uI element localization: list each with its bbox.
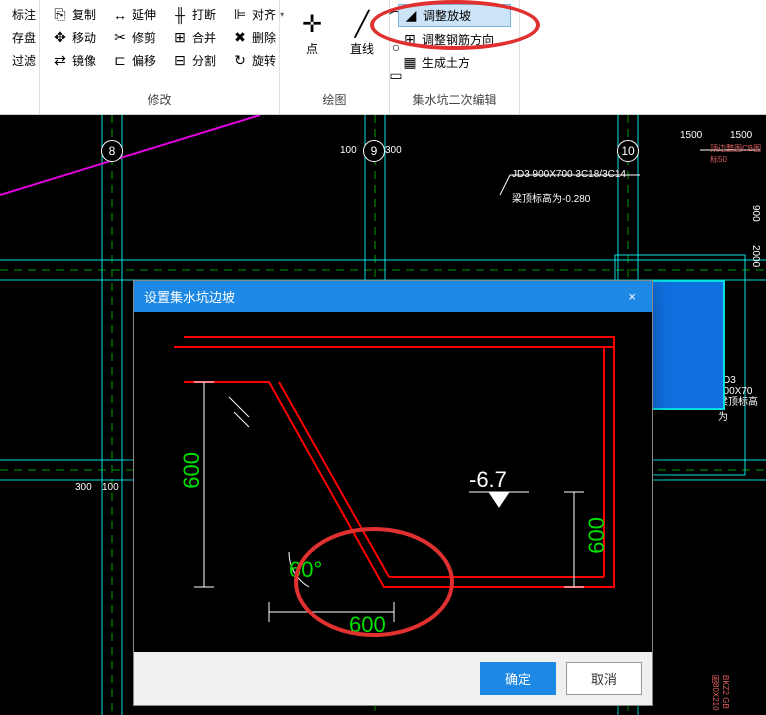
dim-label: 2000 — [750, 245, 761, 267]
rotate-button[interactable]: ↻旋转 — [228, 50, 280, 71]
trim-icon: ✂ — [112, 30, 128, 46]
slope-diagram-svg — [134, 312, 654, 652]
move-icon: ✥ — [52, 30, 68, 46]
top-label: 顶边整图CB图标50 — [710, 143, 766, 165]
dim-600-horizontal: 600 — [349, 612, 386, 638]
elevation-value: -6.7 — [469, 467, 507, 493]
point-icon: ✛ — [296, 8, 328, 40]
angle-label: 60° — [289, 557, 322, 583]
ribbon-group-left: 标注 存盘 过滤 — [0, 0, 40, 114]
split-icon: ⊟ — [172, 53, 188, 69]
dialog-footer: 确定 取消 — [134, 652, 652, 705]
rebar-icon: ⊞ — [402, 32, 418, 48]
grid-marker-8: 8 — [101, 140, 123, 162]
dialog-title-text: 设置集水坑边坡 — [144, 287, 235, 306]
copy-icon: ⎘ — [52, 7, 68, 23]
side-label: BKZ2 GB图80X210 — [710, 675, 730, 715]
dim-label: 300 — [75, 482, 92, 493]
mirror-icon: ⇄ — [52, 53, 68, 69]
dim-600-vertical: 600 — [179, 452, 205, 489]
slope-icon: ◢ — [403, 8, 419, 24]
dim-label: 100 — [340, 145, 357, 156]
elevation-label: 梁顶标高为-0.280 — [512, 190, 590, 205]
trim-button[interactable]: ✂修剪 — [108, 27, 160, 48]
generate-earth-button[interactable]: ▦生成土方 — [398, 52, 511, 73]
point-button[interactable]: ✛ 点 — [288, 4, 336, 89]
grid-marker-9: 9 — [363, 140, 385, 162]
merge-icon: ⊞ — [172, 30, 188, 46]
elevation-label-2: 梁顶标高为 — [718, 393, 766, 423]
dim-label: 100 — [102, 482, 119, 493]
ok-button[interactable]: 确定 — [480, 662, 556, 695]
line-icon: ╱ — [346, 8, 378, 40]
delete-button[interactable]: ✖删除 — [228, 27, 280, 48]
earth-icon: ▦ — [402, 55, 418, 71]
modify-group-label: 修改 — [48, 89, 271, 110]
break-icon: ╫ — [172, 7, 188, 23]
filter-button[interactable]: 过滤 — [8, 50, 31, 71]
ribbon-group-modify: ⎘复制 ↔延伸 ╫打断 ⊫对齐▾ ✥移动 ✂修剪 ⊞合并 ✖删除 ⇄镜像 ⊏偏移… — [40, 0, 280, 114]
mirror-button[interactable]: ⇄镜像 — [48, 50, 100, 71]
offset-button[interactable]: ⊏偏移 — [108, 50, 160, 71]
adjust-rebar-button[interactable]: ⊞调整钢筋方向 — [398, 29, 511, 50]
line-button[interactable]: ╱ 直线 — [338, 4, 386, 89]
save-button[interactable]: 存盘 — [8, 27, 31, 48]
dialog-close-button[interactable]: × — [622, 289, 642, 304]
dim-label: 1500 — [680, 130, 702, 141]
merge-button[interactable]: ⊞合并 — [168, 27, 220, 48]
split-button[interactable]: ⊟分割 — [168, 50, 220, 71]
ribbon-group-sump-edit: ◢调整放坡 ⊞调整钢筋方向 ▦生成土方 集水坑二次编辑 — [390, 0, 520, 114]
ribbon-toolbar: 标注 存盘 过滤 ⎘复制 ↔延伸 ╫打断 ⊫对齐▾ ✥移动 ✂修剪 ⊞合并 ✖删… — [0, 0, 766, 115]
sump-edit-group-label: 集水坑二次编辑 — [398, 89, 511, 110]
dialog-diagram: 600 60° 600 600 -6.7 — [134, 312, 652, 652]
slope-settings-dialog: 设置集水坑边坡 × — [133, 280, 653, 706]
adjust-slope-button[interactable]: ◢调整放坡 — [398, 4, 511, 27]
dim-label: 1500 — [730, 130, 752, 141]
dialog-titlebar[interactable]: 设置集水坑边坡 × — [134, 281, 652, 312]
dim-label: 900 — [750, 205, 761, 222]
move-button[interactable]: ✥移动 — [48, 27, 100, 48]
dim-label: 300 — [385, 145, 402, 156]
cancel-button[interactable]: 取消 — [566, 662, 642, 695]
dim-600-right: 600 — [584, 517, 610, 554]
copy-button[interactable]: ⎘复制 — [48, 4, 100, 25]
rotate-icon: ↻ — [232, 53, 248, 69]
annotate-button[interactable]: 标注 — [8, 4, 31, 25]
draw-group-label: 绘图 — [288, 89, 381, 110]
offset-icon: ⊏ — [112, 53, 128, 69]
break-button[interactable]: ╫打断 — [168, 4, 220, 25]
align-icon: ⊫ — [232, 7, 248, 23]
extend-icon: ↔ — [112, 7, 128, 23]
delete-icon: ✖ — [232, 30, 248, 46]
selected-element[interactable] — [650, 280, 725, 410]
ribbon-group-draw: ✛ 点 ╱ 直线 ⌒ ○ ▭ 绘图 — [280, 0, 390, 114]
grid-marker-10: 10 — [617, 140, 639, 162]
extend-button[interactable]: ↔延伸 — [108, 4, 160, 25]
jd3-label: JD3 900X700 3C18/3C14 — [512, 169, 626, 180]
